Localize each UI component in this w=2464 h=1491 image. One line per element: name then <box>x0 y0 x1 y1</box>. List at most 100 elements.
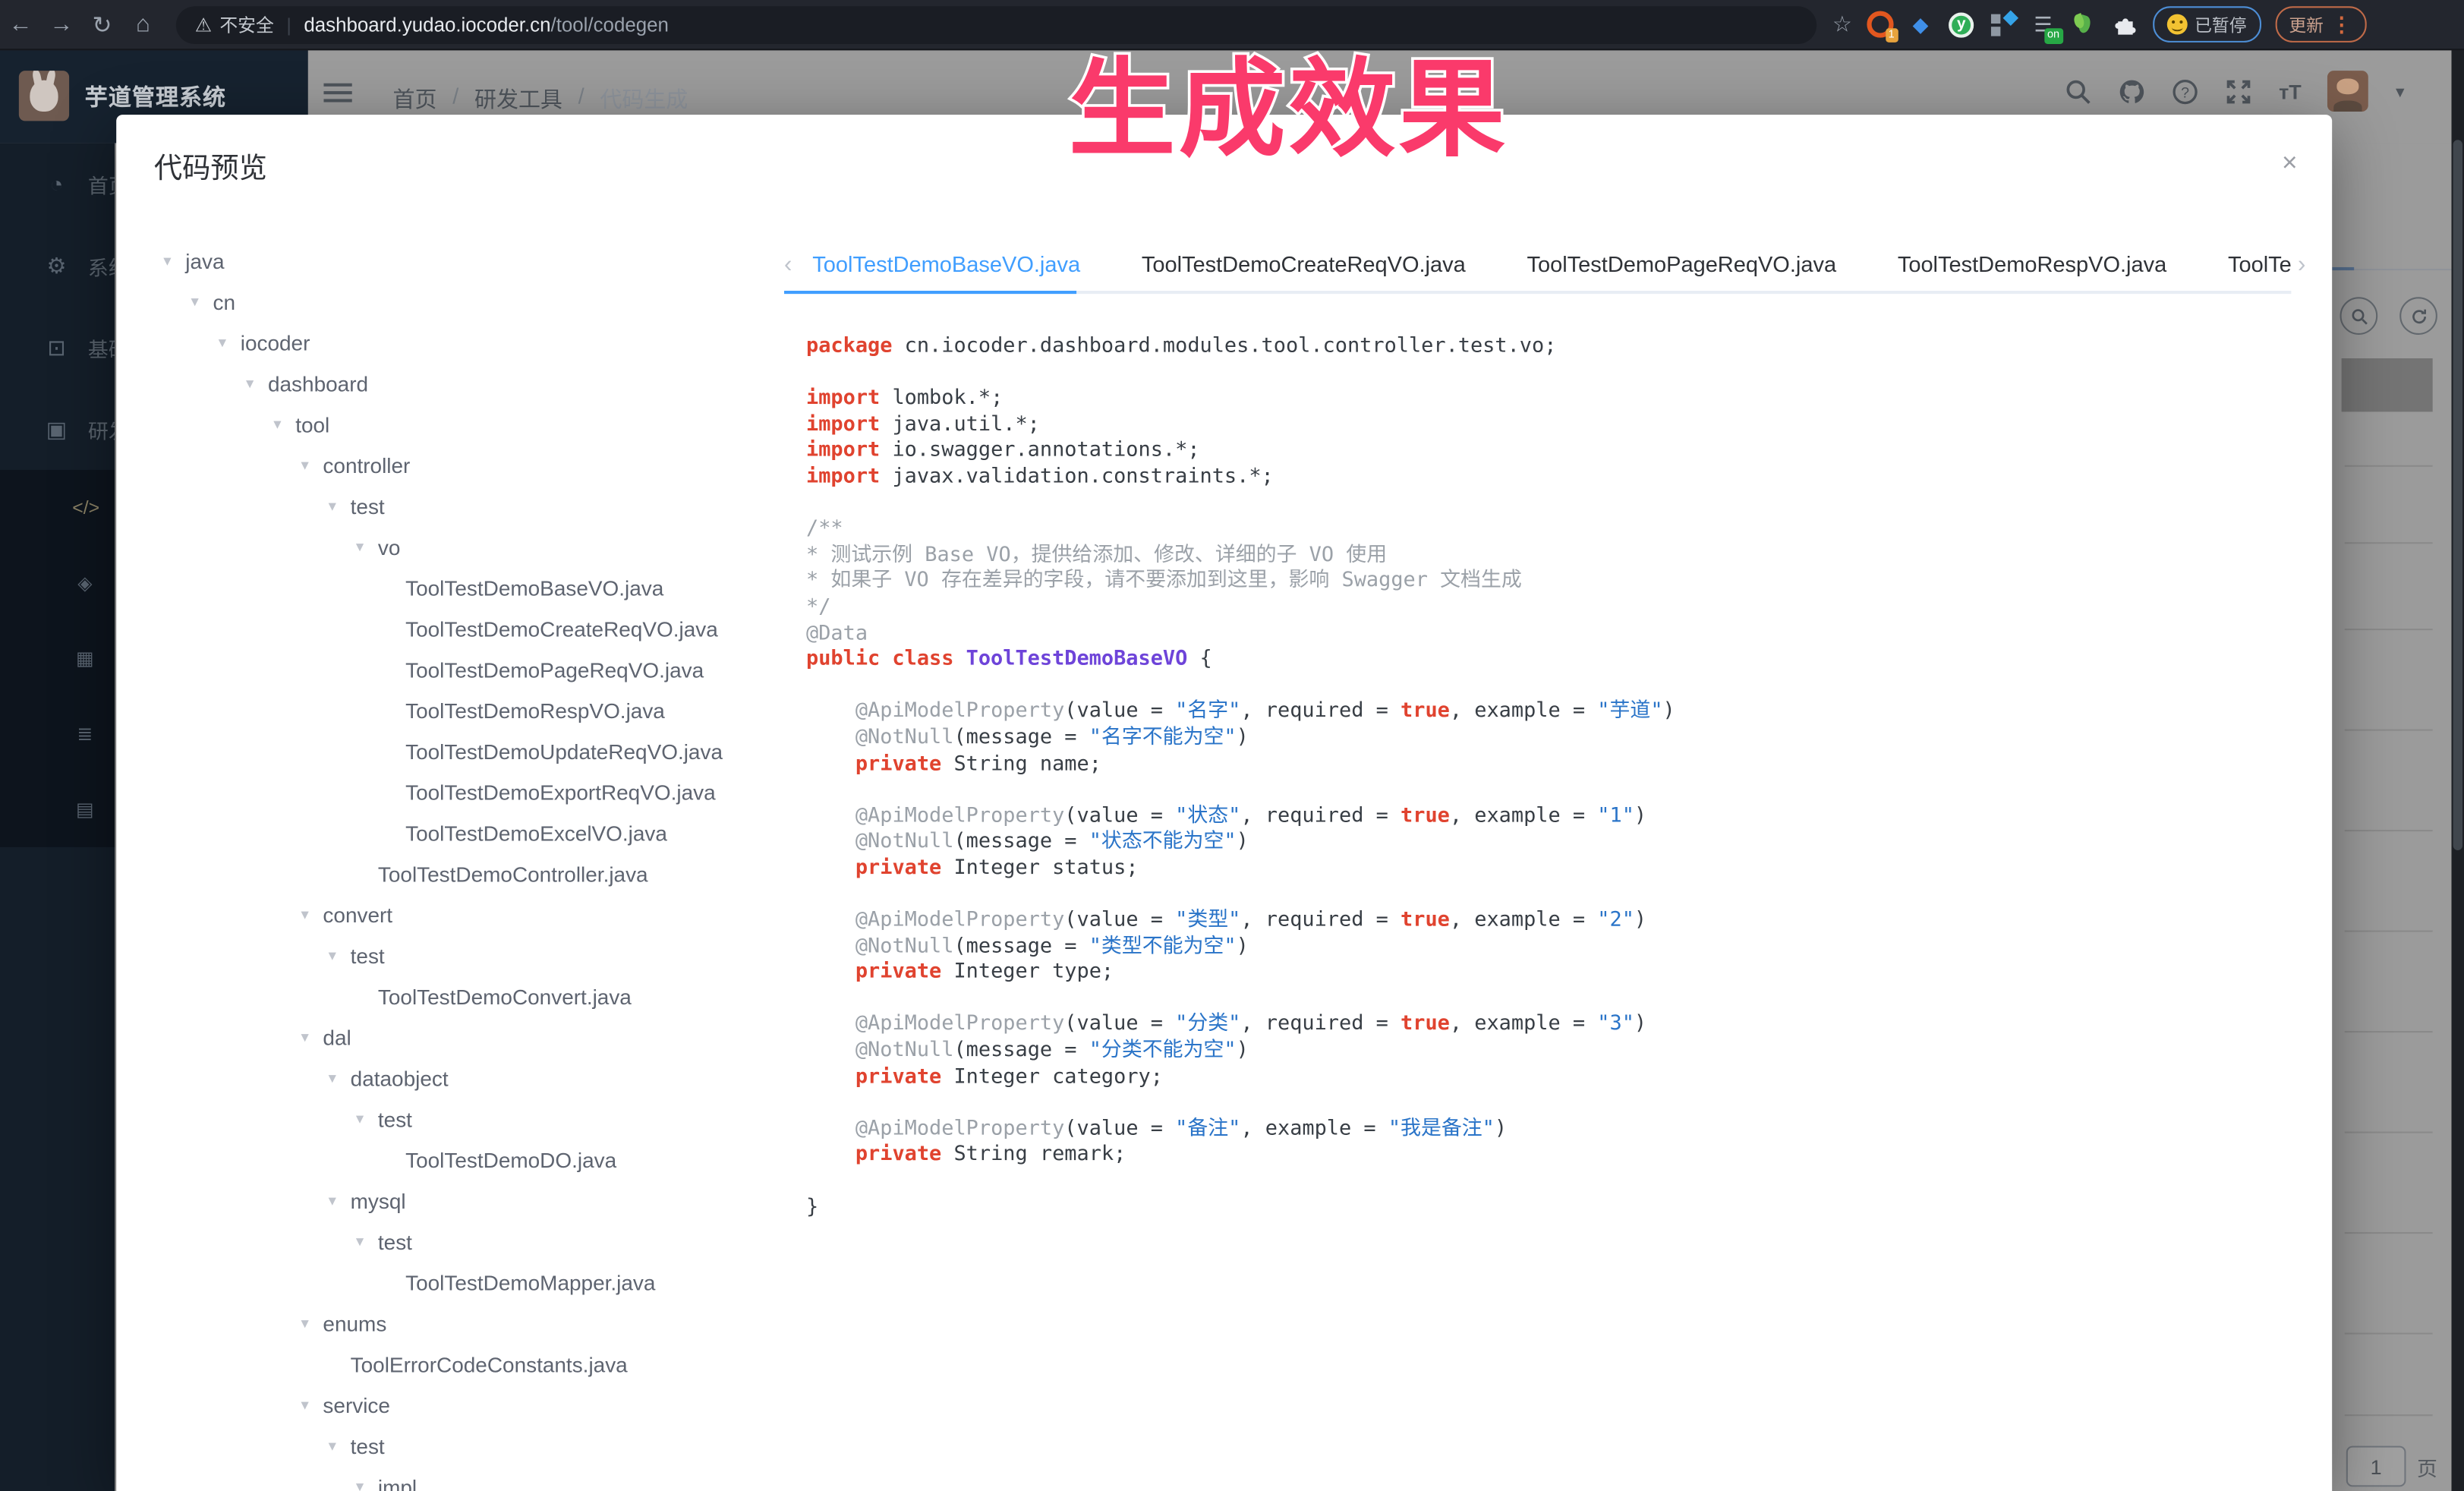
address-bar[interactable]: ⚠ 不安全 | dashboard.yudao.iocoder.cn /tool… <box>176 5 1816 43</box>
warning-icon: ⚠ <box>195 14 212 36</box>
caret-down-icon: ▾ <box>329 1192 351 1209</box>
sprout-extension-icon[interactable] <box>2071 11 2097 37</box>
sidebar-item-研发工具[interactable]: ▣研发工具 <box>0 388 115 470</box>
screen: ← → ↻ ⌂ ⚠ 不安全 | dashboard.yudao.iocoder.… <box>0 0 2464 1491</box>
tree-folder-test[interactable]: ▾test <box>148 1099 777 1140</box>
back-icon[interactable]: ← <box>0 11 41 37</box>
tree-folder-impl[interactable]: ▾impl <box>148 1466 777 1491</box>
home-icon[interactable]: ⌂ <box>122 11 163 37</box>
tree-folder-dashboard[interactable]: ▾dashboard <box>148 363 777 404</box>
tree-folder-test[interactable]: ▾test <box>148 1221 777 1262</box>
github-icon[interactable] <box>2119 77 2145 104</box>
help-icon[interactable]: ? <box>2172 77 2198 104</box>
background-table-row-line <box>2345 730 2433 731</box>
tree-file-ToolTestDemoExportReqVO.java[interactable]: ToolTestDemoExportReqVO.java <box>148 771 777 812</box>
tree-file-ToolTestDemoMapper.java[interactable]: ToolTestDemoMapper.java <box>148 1262 777 1303</box>
tree-file-ToolTestDemoRespVO.java[interactable]: ToolTestDemoRespVO.java <box>148 690 777 731</box>
sidebar-item-代码示例[interactable]: ◈代码示例 <box>0 545 115 620</box>
toolbox-icon: ▣ <box>44 416 69 443</box>
caret-down-icon: ▾ <box>163 252 185 270</box>
browser-menu-icon[interactable]: ⋮ <box>2331 12 2352 37</box>
tree-file-ToolTestDemoCreateReqVO.java[interactable]: ToolTestDemoCreateReqVO.java <box>148 608 777 649</box>
tree-folder-service[interactable]: ▾service <box>148 1385 777 1426</box>
paused-badge[interactable]: 已暂停 <box>2152 6 2261 43</box>
font-size-icon[interactable]: ᴛT <box>2279 80 2302 103</box>
tree-label: ToolTestDemoConvert.java <box>378 985 632 1008</box>
update-chrome-button[interactable]: 更新 ⋮ <box>2275 6 2366 43</box>
tree-label: ToolTestDemoExportReqVO.java <box>405 780 716 804</box>
tree-file-ToolTestDemoExcelVO.java[interactable]: ToolTestDemoExcelVO.java <box>148 812 777 853</box>
caret-down-icon: ▾ <box>219 334 241 351</box>
tab-ToolTestDemoBaseVO.java[interactable]: ToolTestDemoBaseVO.java <box>812 251 1080 276</box>
header-actions: ? ᴛT ▾ <box>2065 71 2405 112</box>
tab-ToolTestDemoPageReqVO.java[interactable]: ToolTestDemoPageReqVO.java <box>1527 251 1836 276</box>
background-page-strip: 1 页 <box>2332 143 2451 1491</box>
page-number-input[interactable]: 1 <box>2346 1446 2406 1487</box>
sidebar-item-首页[interactable]: ◔首页 <box>0 143 115 225</box>
tree-file-ToolTestDemoUpdateReqVO.java[interactable]: ToolTestDemoUpdateReqVO.java <box>148 731 777 772</box>
bookmark-star-icon[interactable]: ☆ <box>1832 11 1852 37</box>
caret-down-icon: ▾ <box>329 1437 351 1455</box>
tree-file-ToolTestDemoConvert.java[interactable]: ToolTestDemoConvert.java <box>148 976 777 1017</box>
breadcrumb-item[interactable]: 首页 <box>393 84 437 115</box>
tree-label: test <box>351 494 385 518</box>
caret-down-icon: ▾ <box>301 906 323 923</box>
background-search-button[interactable] <box>2340 297 2378 335</box>
tree-label: ToolTestDemoDO.java <box>405 1148 616 1171</box>
tree-folder-dataobject[interactable]: ▾dataobject <box>148 1058 777 1099</box>
page-scrollbar[interactable] <box>2452 49 2464 1491</box>
y-extension-icon[interactable]: y <box>1948 11 1974 37</box>
tree-file-ToolTestDemoBaseVO.java[interactable]: ToolTestDemoBaseVO.java <box>148 567 777 608</box>
tree-label: convert <box>323 903 392 926</box>
gem-extension-icon[interactable]: ◆ <box>1907 11 1933 37</box>
tree-folder-cn[interactable]: ▾cn <box>148 282 777 323</box>
ubuntu-extension-icon[interactable]: 1 <box>1866 11 1892 37</box>
tree-folder-test[interactable]: ▾test <box>148 486 777 527</box>
sidebar-collapse-icon[interactable] <box>323 84 351 106</box>
code-line: @ApiModelProperty(value = "类型", required… <box>806 909 2291 935</box>
tab-ToolTestDemoCreateReqVO.java[interactable]: ToolTestDemoCreateReqVO.java <box>1142 251 1466 276</box>
close-icon[interactable]: × <box>2282 148 2298 179</box>
fullscreen-icon[interactable] <box>2226 77 2252 104</box>
tree-label: test <box>351 944 385 967</box>
blocks-extension-icon[interactable] <box>1989 11 2015 37</box>
sidebar-item-系统接口[interactable]: ≣系统接口 <box>0 696 115 771</box>
tree-folder-convert[interactable]: ▾convert <box>148 894 777 935</box>
tree-folder-mysql[interactable]: ▾mysql <box>148 1181 777 1221</box>
tab-ToolTe[interactable]: ToolTe <box>2228 251 2292 276</box>
tree-file-ToolTestDemoController.java[interactable]: ToolTestDemoController.java <box>148 853 777 894</box>
user-menu-caret-icon[interactable]: ▾ <box>2396 81 2404 102</box>
sidebar-item-代码生成[interactable]: </>代码生成 <box>0 470 115 545</box>
puzzle-extensions-icon[interactable] <box>2111 11 2138 37</box>
forward-icon[interactable]: → <box>41 11 82 37</box>
tree-folder-test[interactable]: ▾test <box>148 1426 777 1467</box>
reload-icon[interactable]: ↻ <box>82 10 123 38</box>
tree-folder-java[interactable]: ▾java <box>148 241 777 282</box>
sidebar-item-数据库文档[interactable]: ▤数据库文档 <box>0 771 115 846</box>
sidebar-item-表单构建[interactable]: ▦表单构建 <box>0 621 115 696</box>
breadcrumb-item[interactable]: 研发工具 <box>474 84 562 115</box>
tree-folder-tool[interactable]: ▾tool <box>148 404 777 445</box>
tree-folder-vo[interactable]: ▾vo <box>148 527 777 568</box>
tree-folder-test[interactable]: ▾test <box>148 935 777 976</box>
tabs-scroll-left-icon[interactable]: ‹ <box>784 251 792 277</box>
tree-folder-enums[interactable]: ▾enums <box>148 1303 777 1344</box>
tree-folder-controller[interactable]: ▾controller <box>148 445 777 486</box>
tree-file-ToolTestDemoPageReqVO.java[interactable]: ToolTestDemoPageReqVO.java <box>148 649 777 690</box>
tab-ToolTestDemoRespVO.java[interactable]: ToolTestDemoRespVO.java <box>1898 251 2166 276</box>
tree-folder-iocoder[interactable]: ▾iocoder <box>148 322 777 363</box>
search-icon[interactable] <box>2065 77 2092 104</box>
caret-down-icon: ▾ <box>329 497 351 515</box>
tree-folder-dal[interactable]: ▾dal <box>148 1017 777 1058</box>
tabs-scroll-right-icon[interactable]: › <box>2298 251 2305 277</box>
tree-file-ToolTestDemoDO.java[interactable]: ToolTestDemoDO.java <box>148 1140 777 1181</box>
code-line: @NotNull(message = "类型不能为空") <box>806 935 2291 960</box>
tree-label: ToolTestDemoMapper.java <box>405 1271 655 1294</box>
sidebar-item-系统管理[interactable]: ⚙系统管理 <box>0 225 115 307</box>
scrollbar-thumb[interactable] <box>2453 140 2462 850</box>
background-refresh-button[interactable] <box>2399 297 2437 335</box>
user-avatar[interactable] <box>2328 71 2369 112</box>
sidebar-item-基础设施[interactable]: ⊡基础设施 <box>0 307 115 389</box>
tree-file-ToolErrorCodeConstants.java[interactable]: ToolErrorCodeConstants.java <box>148 1344 777 1385</box>
list-extension-icon[interactable]: ☰ on <box>2030 11 2056 37</box>
